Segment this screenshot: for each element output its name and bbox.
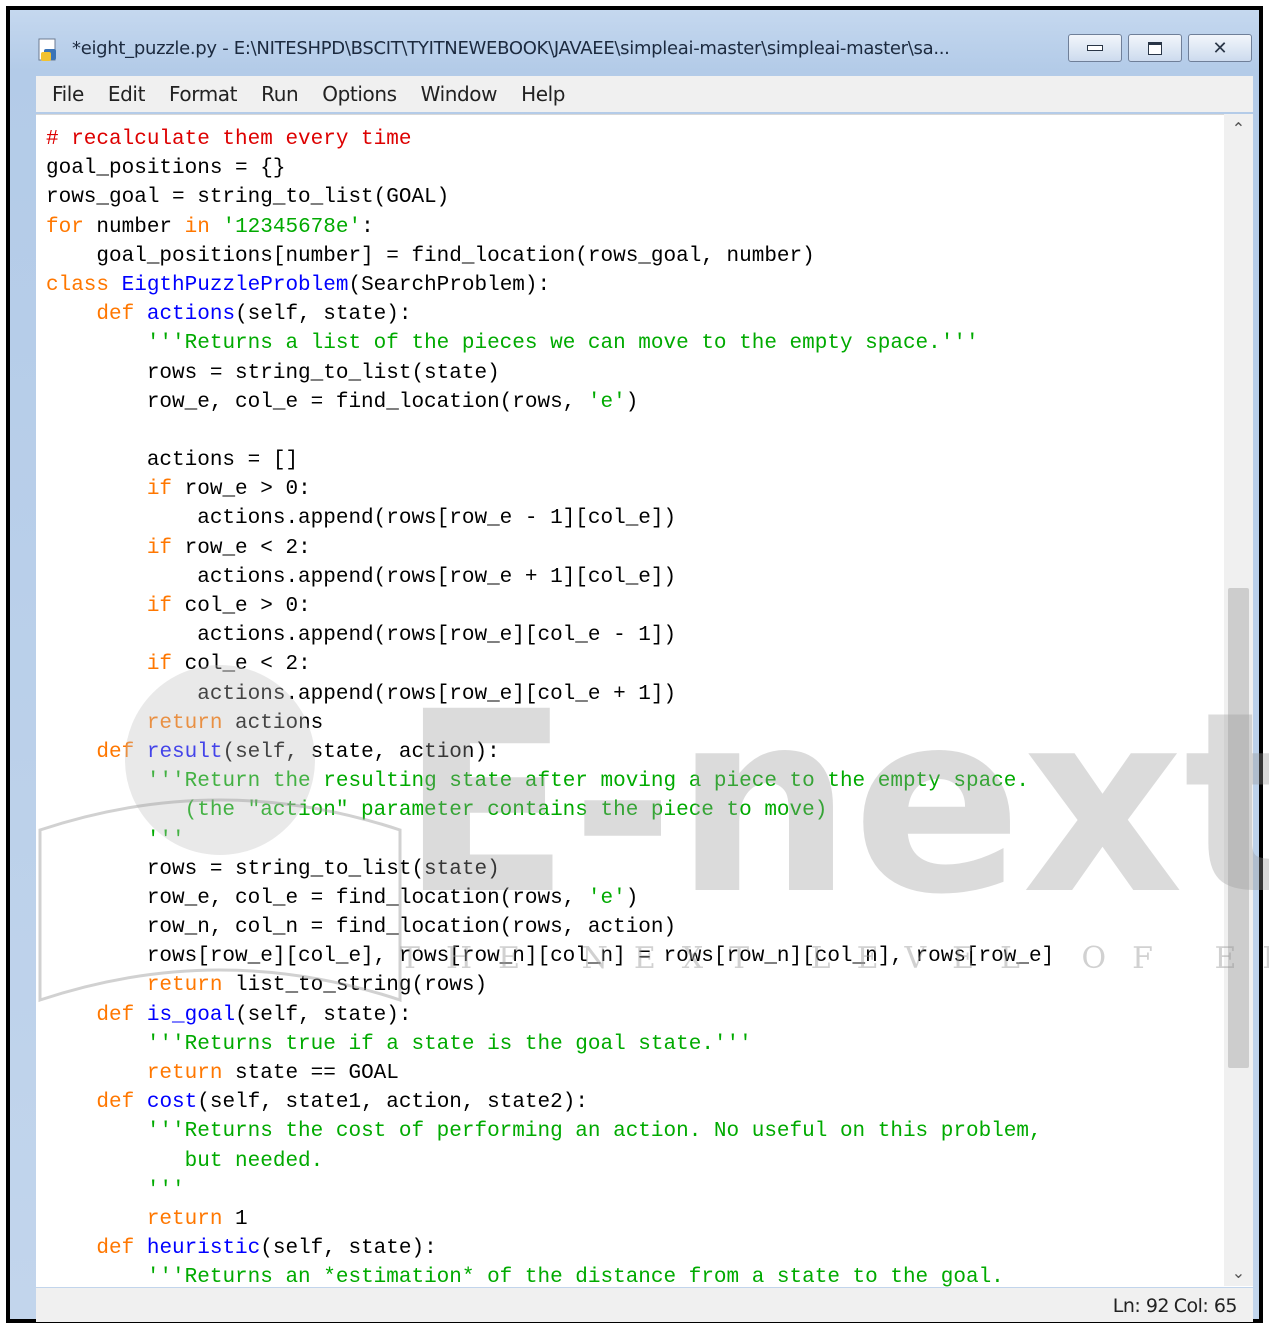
code-line[interactable]: rows = string_to_list(state) [46,359,1054,388]
menu-bar: File Edit Format Run Options Window Help [36,76,1253,112]
code-line[interactable]: but needed. [46,1147,1054,1176]
code-line[interactable]: def result(self, state, action): [46,738,1054,767]
code-line[interactable]: ''' [46,826,1054,855]
code-line[interactable]: row_n, col_n = find_location(rows, actio… [46,913,1054,942]
code-line[interactable]: for number in '12345678e': [46,213,1054,242]
code-line[interactable]: '''Returns a list of the pieces we can m… [46,329,1054,358]
status-column: Col: 65 [1173,1295,1238,1317]
menu-help[interactable]: Help [521,82,565,106]
menu-file[interactable]: File [52,82,84,106]
scroll-thumb[interactable] [1228,588,1249,1068]
code-line[interactable]: actions.append(rows[row_e + 1][col_e]) [46,563,1054,592]
menu-options[interactable]: Options [322,82,397,106]
code-line[interactable]: if row_e > 0: [46,475,1054,504]
code-line[interactable]: def actions(self, state): [46,300,1054,329]
code-line[interactable]: goal_positions = {} [46,154,1054,183]
code-line[interactable]: # recalculate them every time [46,125,1054,154]
chevron-up-icon: ⌃ [1231,118,1246,138]
code-line[interactable]: class EigthPuzzleProblem(SearchProblem): [46,271,1054,300]
code-line[interactable]: if row_e < 2: [46,534,1054,563]
code-line[interactable]: def is_goal(self, state): [46,1001,1054,1030]
code-line[interactable]: actions = [] [46,446,1054,475]
code-line[interactable]: row_e, col_e = find_location(rows, 'e') [46,884,1054,913]
code-line[interactable]: actions.append(rows[row_e][col_e - 1]) [46,621,1054,650]
title-bar[interactable]: *eight_puzzle.py - E:\NITESHPD\BSCIT\TYI… [10,10,1259,72]
menu-window[interactable]: Window [421,82,498,106]
code-line[interactable]: if col_e > 0: [46,592,1054,621]
code-line[interactable]: '''Returns an *estimation* of the distan… [46,1263,1054,1287]
menu-format[interactable]: Format [169,82,237,106]
window-title: *eight_puzzle.py - E:\NITESHPD\BSCIT\TYI… [72,38,950,59]
idle-editor-window: *eight_puzzle.py - E:\NITESHPD\BSCIT\TYI… [6,6,1263,1323]
code-line[interactable]: return 1 [46,1205,1054,1234]
code-line[interactable]: '''Return the resulting state after movi… [46,767,1054,796]
scroll-up-button[interactable]: ⌃ [1224,114,1253,142]
code-line[interactable]: return actions [46,709,1054,738]
code-line[interactable]: rows_goal = string_to_list(GOAL) [46,183,1054,212]
minimize-button[interactable] [1068,34,1122,62]
code-line[interactable]: row_e, col_e = find_location(rows, 'e') [46,388,1054,417]
vertical-scrollbar[interactable]: ⌃ ⌄ [1224,114,1253,1286]
scroll-down-button[interactable]: ⌄ [1224,1258,1253,1286]
code-editor[interactable]: # recalculate them every time goal_positi… [36,114,1253,1287]
status-bar: Ln: 92 Col: 65 [36,1288,1253,1322]
menu-run[interactable]: Run [261,82,299,106]
close-icon: ✕ [1212,37,1228,59]
code-line[interactable]: rows[row_e][col_e], rows[row_n][col_n] =… [46,942,1054,971]
code-line[interactable]: rows = string_to_list(state) [46,855,1054,884]
code-text[interactable]: # recalculate them every time goal_positi… [46,125,1054,1287]
code-line[interactable]: if col_e < 2: [46,650,1054,679]
code-line[interactable]: actions.append(rows[row_e - 1][col_e]) [46,504,1054,533]
code-line[interactable]: def heuristic(self, state): [46,1234,1054,1263]
code-line[interactable]: ''' [46,1176,1054,1205]
menu-edit[interactable]: Edit [108,82,146,106]
code-line[interactable]: '''Returns true if a state is the goal s… [46,1030,1054,1059]
status-line: Ln: 92 [1112,1295,1170,1317]
window-frame: *eight_puzzle.py - E:\NITESHPD\BSCIT\TYI… [10,10,1259,1322]
python-file-icon [36,38,60,62]
code-line[interactable]: return state == GOAL [46,1059,1054,1088]
minimize-icon [1087,45,1103,51]
code-line[interactable]: return list_to_string(rows) [46,971,1054,1000]
maximize-button[interactable] [1128,34,1182,62]
code-line[interactable]: def cost(self, state1, action, state2): [46,1088,1054,1117]
code-line[interactable]: '''Returns the cost of performing an act… [46,1117,1054,1146]
maximize-icon [1148,41,1162,55]
code-line[interactable]: actions.append(rows[row_e][col_e + 1]) [46,680,1054,709]
close-button[interactable]: ✕ [1188,34,1252,62]
chevron-down-icon: ⌄ [1231,1262,1246,1282]
code-line[interactable]: goal_positions[number] = find_location(r… [46,242,1054,271]
code-line[interactable]: (the "action" parameter contains the pie… [46,796,1054,825]
code-line[interactable] [46,417,1054,446]
